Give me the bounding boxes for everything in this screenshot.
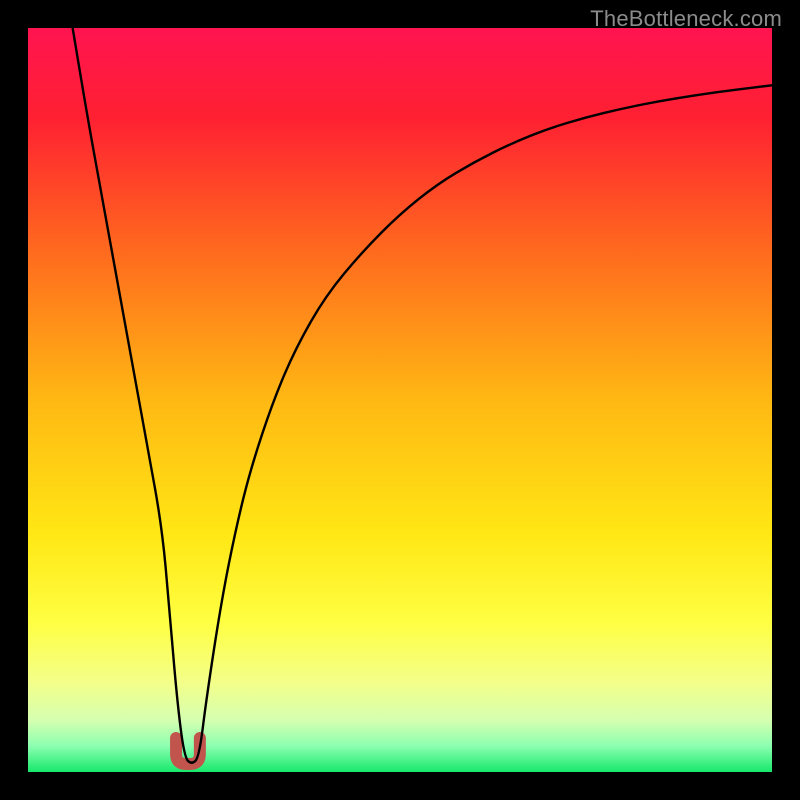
chart-frame: TheBottleneck.com [0,0,800,800]
watermark-text: TheBottleneck.com [590,6,782,32]
bottleneck-chart [0,0,800,800]
